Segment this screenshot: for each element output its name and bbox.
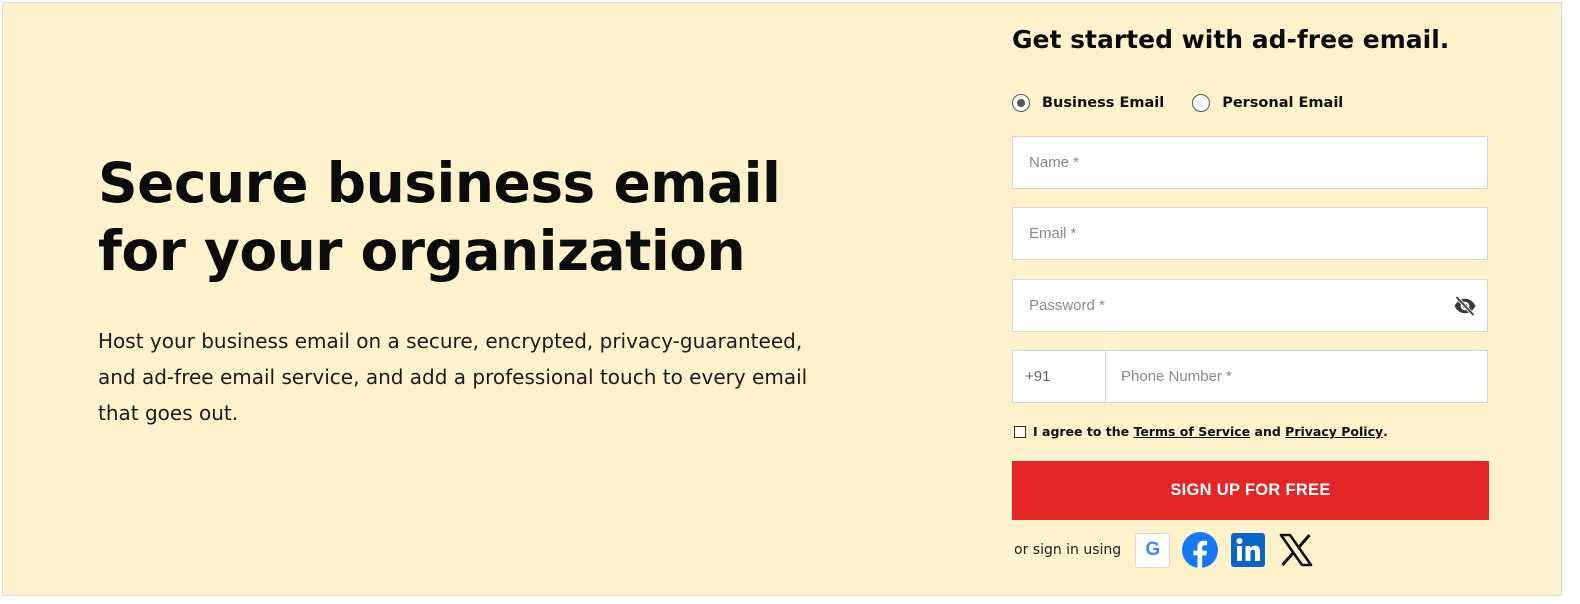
agree-prefix: I agree to the <box>1033 424 1134 439</box>
hero-title: Secure business email for your organizat… <box>98 151 781 283</box>
email-field[interactable] <box>1013 208 1487 259</box>
hide-password-icon[interactable] <box>1453 295 1477 317</box>
radio-unselected-indicator[interactable] <box>1192 94 1211 112</box>
radio-business-email-label: Business Email <box>1042 95 1165 111</box>
agree-middle: and <box>1250 424 1286 439</box>
form-title: Get started with ad-free email. <box>1012 25 1450 54</box>
radio-selected-indicator[interactable] <box>1012 94 1030 112</box>
google-icon[interactable]: G <box>1135 532 1171 568</box>
sign-up-button[interactable]: SIGN UP FOR FREE <box>1012 461 1489 520</box>
email-field-wrapper <box>1012 207 1488 260</box>
phone-field-wrapper: +91 <box>1012 350 1488 403</box>
social-sign-in-label: or sign in using <box>1014 542 1122 558</box>
account-type-selector: Business Email Personal Email <box>1012 94 1371 112</box>
x-icon[interactable] <box>1278 532 1314 568</box>
facebook-icon[interactable] <box>1182 532 1219 568</box>
terms-agreement: I agree to the Terms of Service and Priv… <box>1014 424 1388 439</box>
google-glyph: G <box>1145 539 1161 560</box>
signup-section: Secure business email for your organizat… <box>2 2 1562 596</box>
radio-personal-email[interactable]: Personal Email <box>1192 94 1343 112</box>
country-code-selector[interactable]: +91 <box>1013 351 1106 402</box>
name-field-wrapper <box>1012 136 1488 189</box>
hero-description: Host your business email on a secure, en… <box>98 329 808 425</box>
radio-business-email[interactable]: Business Email <box>1012 94 1164 112</box>
password-field-wrapper <box>1012 279 1488 332</box>
password-field[interactable] <box>1013 280 1487 331</box>
agree-suffix: . <box>1383 424 1388 439</box>
terms-checkbox[interactable] <box>1014 425 1026 438</box>
social-sign-in: or sign in using G <box>1014 530 1326 570</box>
terms-of-service-link[interactable]: Terms of Service <box>1133 424 1250 439</box>
name-field[interactable] <box>1013 137 1487 188</box>
radio-personal-email-label: Personal Email <box>1222 95 1344 111</box>
linkedin-icon[interactable] <box>1230 532 1266 568</box>
privacy-policy-link[interactable]: Privacy Policy <box>1285 424 1383 439</box>
